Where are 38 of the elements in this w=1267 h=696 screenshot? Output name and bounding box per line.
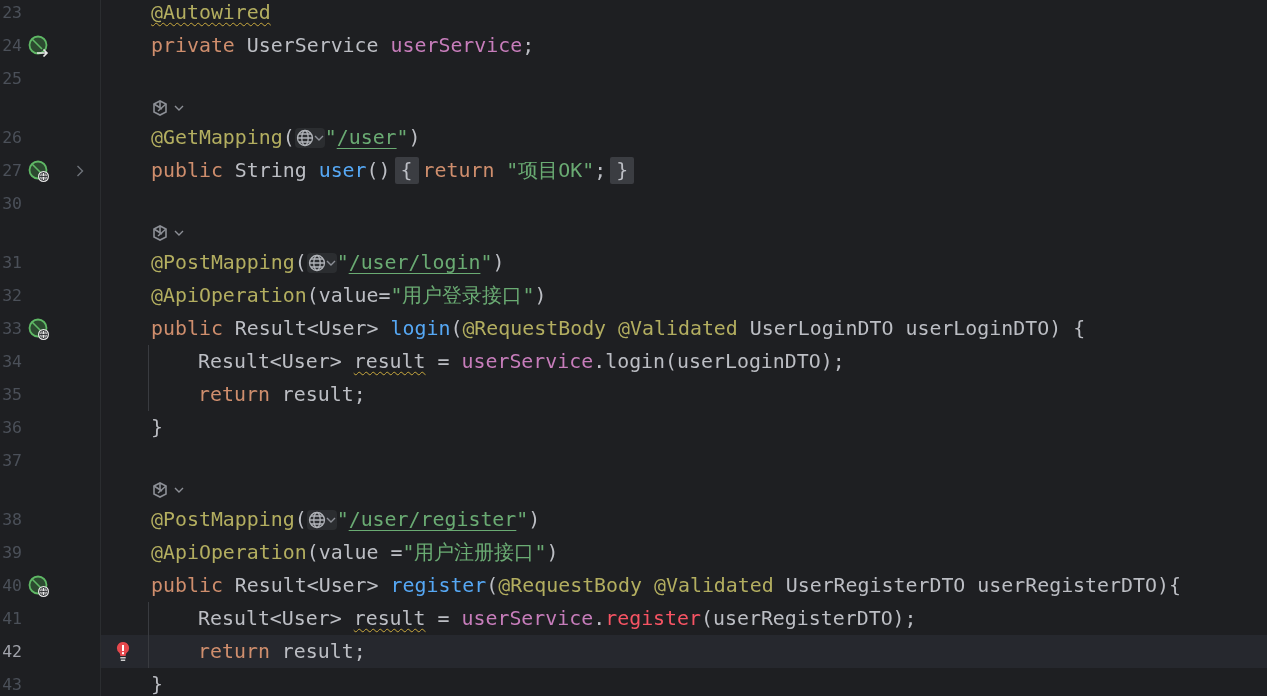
code-text: "/user/register") [336,508,541,531]
globe-dropdown-icon[interactable] [306,509,337,530]
folded-brace[interactable]: { [394,157,419,184]
chevron-down-icon[interactable] [174,486,184,494]
globe-dropdown-icon[interactable] [306,252,337,273]
code-text: return result; [198,640,366,663]
code-text: Result<User> result = userService.login(userLoginDTO); [198,350,845,373]
chevron-down-icon[interactable] [174,229,184,237]
code-text: public String user() [151,159,391,182]
code-text: } [151,673,163,696]
code-text: "/user") [324,126,421,149]
code-text: private UserService userService; [151,34,535,57]
chevron-right-icon[interactable] [76,164,84,177]
folded-brace[interactable]: } [610,157,635,184]
bean-inject-icon[interactable] [28,34,50,57]
code-text: public Result<User> register(@RequestBody @Validated UserRegisterDTO userRegisterDTO){ [151,574,1181,597]
bean-endpoint-icon[interactable] [28,317,50,340]
code-text: public Result<User> login(@RequestBody @Validated UserLoginDTO userLoginDTO) { [151,317,1086,340]
hint-icon[interactable] [151,481,169,499]
code-text: return result; [198,383,366,406]
code-text: @ApiOperation(value="用户登录接口") [151,283,547,309]
code-text: } [151,416,163,439]
bean-endpoint-icon[interactable] [28,574,50,597]
code-text: return "项目OK"; [422,158,607,184]
code-text: @GetMapping( [151,126,295,149]
code-text: @Autowired [151,1,271,24]
code-text: "/user/login") [336,251,505,274]
error-bulb-icon[interactable] [116,640,130,663]
code-text: @PostMapping( [151,508,307,531]
hint-icon[interactable] [151,224,169,242]
code-text: Result<User> result = userService.register(userRegisterDTO); [198,607,917,630]
globe-dropdown-icon[interactable] [294,127,325,148]
line-number: 42 [1,642,22,661]
chevron-down-icon[interactable] [174,104,184,112]
code-text: @PostMapping( [151,251,307,274]
code-text: @ApiOperation(value ="用户注册接口") [151,540,559,566]
bean-endpoint-icon[interactable] [28,159,50,182]
hint-icon[interactable] [151,99,169,117]
